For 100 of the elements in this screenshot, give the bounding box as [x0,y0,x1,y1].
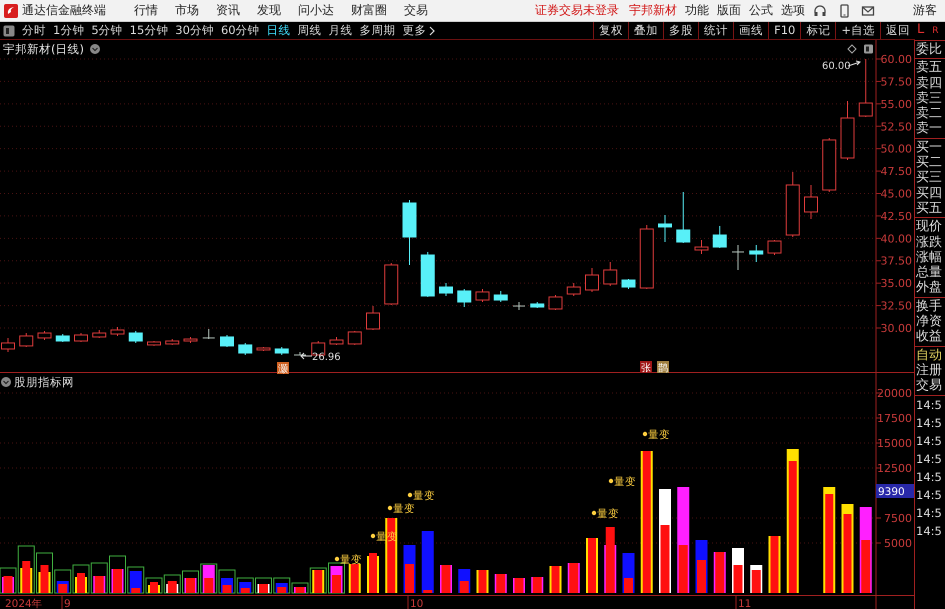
quote-label: 外盘 [915,280,943,296]
quote-label: 换手 [915,298,943,314]
volume-bar [182,570,199,594]
settings-icon[interactable] [90,44,100,54]
candle [294,352,306,356]
candle [128,330,143,344]
price-axis-label: 60.00 [880,53,912,66]
candle [494,290,508,302]
menu-item[interactable]: 交易 [404,2,428,19]
toolbar-button[interactable]: 统计 [698,22,734,39]
price-axis-label: 52.50 [880,120,912,134]
toolbar-button[interactable]: +自选 [835,22,880,39]
volume-bar [568,563,580,593]
volume-bar [550,566,562,593]
login-status[interactable]: 证券交易未登录 [535,2,619,19]
diamond-icon[interactable] [847,44,857,54]
candle [676,191,690,244]
volume-signal-label: 量变 [413,490,435,502]
toolbar-button[interactable]: 复权 [593,22,628,39]
toolbar-button[interactable]: 叠加 [628,22,664,39]
indicator-title: 股朋指标网 [14,375,74,389]
volume-bar [750,565,762,593]
price-axis-label: 32.50 [880,300,912,313]
volume-bar [109,556,126,594]
candle [768,240,782,256]
date-axis-label: 10 [410,598,424,609]
volume-bar [586,538,598,593]
trade-time: 14:5 [915,468,943,486]
candle [38,330,52,340]
toolbar-button[interactable]: F10 [768,22,800,39]
low-price-label: 26.96 [312,352,341,363]
candle [220,334,234,348]
date-axis-label: 9 [64,598,71,609]
menu-item[interactable]: 发现 [257,2,281,19]
date-axis-label: 11 [738,598,752,609]
period-tab[interactable]: 多周期 [360,22,396,39]
trade-time: 14:5 [915,486,943,504]
candle [256,346,270,352]
candle [165,338,180,346]
candle [640,224,654,290]
volume-signal-label: 量变 [340,554,362,566]
period-tab[interactable]: 60分钟 [220,22,260,39]
candle [786,171,800,238]
menu-item[interactable]: 版面 [717,2,741,19]
period-tab[interactable]: 15分钟 [130,22,168,39]
candle [858,58,873,118]
quote-label: 注册 [915,362,943,378]
more-periods-button[interactable]: 更多 [402,22,436,39]
period-tab[interactable]: 分时 [22,22,46,39]
period-tab[interactable]: 日线 [266,22,291,39]
toolbar-button[interactable]: 多股 [663,22,698,39]
period-tab[interactable]: 周线 [298,22,322,39]
trade-time: 14:5 [915,414,943,432]
menu-item[interactable]: 问小达 [298,2,334,19]
volume-signal-label: 量变 [393,503,415,515]
candle [56,334,70,342]
period-tab[interactable]: 30分钟 [175,22,214,39]
period-tab[interactable]: 5分钟 [91,22,123,39]
menu-item[interactable]: 市场 [175,2,199,19]
menu-item[interactable]: 资讯 [216,2,240,19]
menu-item[interactable]: 行情 [134,2,158,19]
toolbar-button[interactable]: 标记 [800,22,836,39]
candle [330,336,344,346]
panel-tab[interactable]: L [917,22,924,37]
volume-bar [696,540,708,593]
candle [622,278,636,290]
menu-item[interactable]: 功能 [685,2,709,19]
menu-item[interactable]: 公式 [749,2,773,19]
candle [92,329,106,338]
menu-item[interactable]: 选项 [781,2,805,19]
price-axis-label: 45.00 [880,188,912,200]
volume-bar [440,565,452,593]
mail-icon[interactable] [861,4,875,18]
candle [147,340,161,346]
toolbar-button[interactable]: 画线 [733,22,768,39]
period-tab[interactable]: 1分钟 [53,22,84,39]
panel-tab[interactable]: R [932,26,939,36]
price-axis-label: 35.00 [880,277,912,290]
candle [694,240,708,255]
candle [420,251,435,298]
candle [840,100,854,160]
user-button[interactable]: 游客 [913,2,937,19]
volume-bar [476,570,488,593]
collapse-icon[interactable] [1,377,11,387]
headset-icon[interactable] [813,4,827,18]
volume-bar [72,564,90,594]
period-tab[interactable]: 月线 [328,22,353,39]
volume-bar [768,536,780,593]
price-axis-label: 42.50 [880,210,912,223]
volume-bar [367,553,379,593]
volume-bar [714,552,726,593]
quote-label: 交易 [915,378,943,394]
candle [585,268,599,292]
volume-bar [494,574,507,593]
price-axis-label: 57.50 [880,75,912,88]
menu-item[interactable]: 财富圈 [351,2,387,19]
panel-toggle-icon[interactable] [3,25,15,37]
quote-label: 收益 [915,329,943,345]
volume-bar [404,545,416,593]
panel-toggle-icon[interactable] [864,44,873,54]
